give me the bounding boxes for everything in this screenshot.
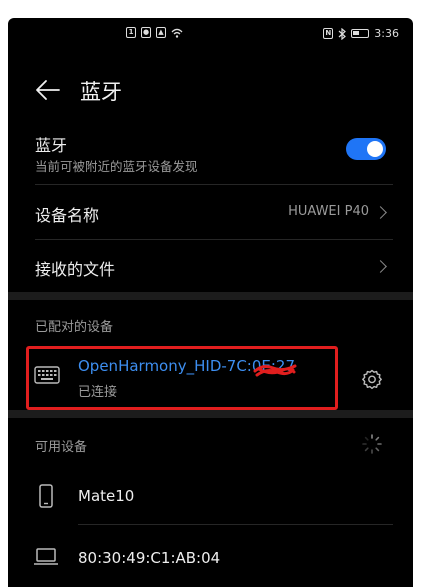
divider: [78, 524, 393, 525]
phone-screen: 1 ● ▲ N 3:36 蓝牙 蓝牙 当前可被附近的蓝牙设备发现 设备名称 HU…: [8, 18, 413, 587]
notification-icon: ▲: [156, 27, 166, 38]
bluetooth-switch[interactable]: [346, 138, 386, 160]
battery-icon: [351, 29, 370, 38]
device-name-row[interactable]: 设备名称 HUAWEI P40: [8, 185, 413, 239]
laptop-icon: [34, 548, 58, 565]
chevron-right-icon: [374, 260, 387, 273]
received-files-row[interactable]: 接收的文件: [8, 240, 413, 292]
available-device-row[interactable]: Mate10: [8, 473, 413, 521]
paired-devices-header: 已配对的设备: [35, 320, 114, 335]
nfc-icon: N: [323, 28, 334, 39]
title-bar: 蓝牙: [8, 72, 413, 112]
wifi-icon: [171, 28, 183, 38]
received-files-label: 接收的文件: [35, 260, 116, 279]
available-device-name: 80:30:49:C1:AB:04: [78, 549, 221, 567]
status-bar: 1 ● ▲ N 3:36: [8, 27, 413, 43]
bluetooth-icon: [338, 27, 347, 40]
device-name-value: HUAWEI P40: [288, 204, 369, 219]
red-annotation-box: [26, 346, 338, 410]
page-title: 蓝牙: [80, 80, 122, 104]
bluetooth-toggle-row[interactable]: 蓝牙 当前可被附近的蓝牙设备发现: [8, 126, 413, 184]
status-time: 3:36: [374, 27, 399, 40]
device-name-label: 设备名称: [35, 206, 100, 225]
switch-knob: [367, 141, 383, 157]
chevron-right-icon: [374, 206, 387, 219]
section-gap: [8, 292, 413, 300]
status-bar-right: N 3:36: [323, 27, 399, 40]
bluetooth-label: 蓝牙: [35, 136, 68, 155]
back-arrow-icon[interactable]: [34, 78, 62, 102]
available-device-name: Mate10: [78, 487, 135, 505]
phone-icon: [39, 484, 53, 508]
available-device-row[interactable]: 80:30:49:C1:AB:04: [8, 534, 413, 582]
status-bar-left: 1 ● ▲: [126, 27, 183, 38]
available-devices-header: 可用设备: [35, 440, 88, 455]
notification-icon: ●: [141, 27, 151, 38]
loading-spinner-icon: [362, 434, 382, 454]
gear-icon[interactable]: [360, 368, 384, 392]
notification-icon: 1: [126, 27, 136, 38]
bluetooth-sublabel: 当前可被附近的蓝牙设备发现: [35, 159, 198, 174]
section-gap: [8, 410, 413, 418]
